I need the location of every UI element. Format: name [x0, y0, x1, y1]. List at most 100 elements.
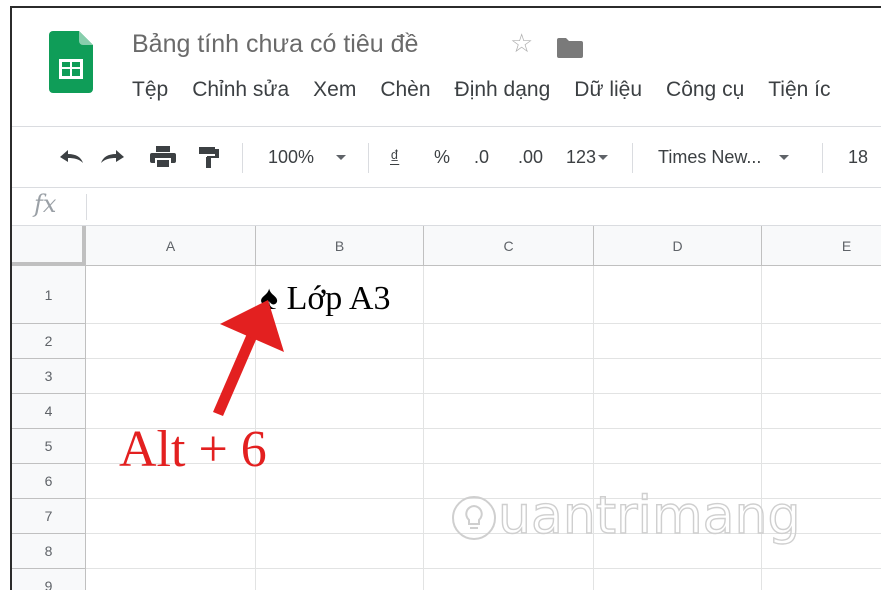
- chevron-down-icon: [336, 154, 347, 160]
- cell-e5[interactable]: [762, 429, 881, 464]
- cell-b5[interactable]: [256, 429, 424, 464]
- cell-d4[interactable]: [594, 394, 762, 429]
- quantrimang-logo: [452, 496, 496, 540]
- formula-divider: [86, 194, 87, 220]
- formula-bar[interactable]: fx: [12, 188, 881, 226]
- toolbar-divider: [822, 143, 823, 173]
- row-header-4[interactable]: 4: [12, 394, 86, 429]
- cell-c5[interactable]: [424, 429, 594, 464]
- currency-symbol: ₫: [390, 146, 400, 167]
- paint-format-button[interactable]: [198, 127, 220, 187]
- menu-file[interactable]: Tệp: [132, 78, 168, 102]
- percent-symbol: %: [434, 146, 451, 167]
- toolbar-divider: [242, 143, 243, 173]
- google-sheets-logo[interactable]: [49, 31, 93, 93]
- column-header-d[interactable]: D: [594, 226, 762, 266]
- cell-b1-content[interactable]: ♠ Lớp A3: [260, 280, 391, 318]
- font-size-value: 18: [848, 146, 869, 167]
- cell-e2[interactable]: [762, 324, 881, 359]
- cell-d5[interactable]: [594, 429, 762, 464]
- cell-c3[interactable]: [424, 359, 594, 394]
- row-header-6[interactable]: 6: [12, 464, 86, 499]
- percent-format-button[interactable]: %: [434, 127, 450, 187]
- cell-a9[interactable]: [86, 569, 256, 590]
- chevron-down-icon: [779, 154, 790, 160]
- row-header-5[interactable]: 5: [12, 429, 86, 464]
- cell-c9[interactable]: [424, 569, 594, 590]
- row-header-9[interactable]: 9: [12, 569, 86, 590]
- currency-format-button[interactable]: ₫: [390, 127, 399, 187]
- zoom-select[interactable]: 100%: [268, 127, 347, 187]
- cell-d9[interactable]: [594, 569, 762, 590]
- menu-format[interactable]: Định dạng: [455, 78, 551, 102]
- toolbar: 100% ₫ % .0 .00 123 Times New... 18: [12, 126, 881, 188]
- cell-c2[interactable]: [424, 324, 594, 359]
- cell-e9[interactable]: [762, 569, 881, 590]
- menu-addons[interactable]: Tiện íc: [768, 78, 830, 102]
- row-header-1[interactable]: 1: [12, 266, 86, 324]
- select-all-corner[interactable]: [12, 226, 86, 266]
- cell-a8[interactable]: [86, 534, 256, 569]
- row-header-8[interactable]: 8: [12, 534, 86, 569]
- font-select[interactable]: Times New...: [658, 127, 790, 187]
- annotation-text: Alt + 6: [119, 421, 267, 478]
- column-header-e[interactable]: E: [762, 226, 881, 266]
- menu-data[interactable]: Dữ liệu: [574, 78, 642, 102]
- more-formats-label: 123: [566, 146, 597, 167]
- more-formats-button[interactable]: 123: [566, 127, 609, 187]
- font-size-select[interactable]: 18: [848, 127, 868, 187]
- toolbar-divider: [368, 143, 369, 173]
- print-icon: [150, 146, 176, 169]
- cell-a1[interactable]: [86, 266, 256, 324]
- zoom-value: 100%: [268, 146, 315, 167]
- document-title[interactable]: Bảng tính chưa có tiêu đề: [132, 30, 418, 59]
- cell-b7[interactable]: [256, 499, 424, 534]
- increase-decimal-button[interactable]: .00: [518, 127, 543, 187]
- row-header-3[interactable]: 3: [12, 359, 86, 394]
- cell-a7[interactable]: [86, 499, 256, 534]
- cell-e4[interactable]: [762, 394, 881, 429]
- cell-b2[interactable]: [256, 324, 424, 359]
- redo-button[interactable]: [100, 127, 128, 187]
- sheets-window: Bảng tính chưa có tiêu đề ☆ Tệp Chỉnh sử…: [10, 6, 881, 590]
- cell-d3[interactable]: [594, 359, 762, 394]
- column-header-b[interactable]: B: [256, 226, 424, 266]
- cell-b3[interactable]: [256, 359, 424, 394]
- increase-decimal-label: .00: [518, 146, 544, 167]
- cell-b6[interactable]: [256, 464, 424, 499]
- cell-e3[interactable]: [762, 359, 881, 394]
- cell-e1[interactable]: [762, 266, 881, 324]
- menu-edit[interactable]: Chỉnh sửa: [192, 78, 289, 102]
- column-header-c[interactable]: C: [424, 226, 594, 266]
- redo-icon: [101, 150, 124, 163]
- decrease-decimal-button[interactable]: .0: [474, 127, 489, 187]
- decrease-decimal-label: .0: [474, 146, 490, 167]
- undo-button[interactable]: [56, 127, 84, 187]
- cell-a3[interactable]: [86, 359, 256, 394]
- row-header-7[interactable]: 7: [12, 499, 86, 534]
- star-icon[interactable]: ☆: [510, 30, 533, 56]
- cell-c4[interactable]: [424, 394, 594, 429]
- cell-b4[interactable]: [256, 394, 424, 429]
- row-header-2[interactable]: 2: [12, 324, 86, 359]
- cell-d2[interactable]: [594, 324, 762, 359]
- undo-icon: [60, 150, 83, 163]
- folder-icon[interactable]: [557, 38, 583, 58]
- font-name: Times New...: [658, 146, 762, 167]
- column-header-a[interactable]: A: [86, 226, 256, 266]
- cell-b9[interactable]: [256, 569, 424, 590]
- fx-icon: fx: [34, 190, 57, 218]
- menu-tools[interactable]: Công cụ: [666, 78, 744, 102]
- print-button[interactable]: [150, 127, 176, 187]
- menu-bar: Tệp Chỉnh sửa Xem Chèn Định dạng Dữ liệu…: [132, 78, 855, 102]
- chevron-down-icon: [598, 154, 609, 160]
- cell-d1[interactable]: [594, 266, 762, 324]
- cell-b8[interactable]: [256, 534, 424, 569]
- menu-insert[interactable]: Chèn: [380, 78, 430, 102]
- cell-a2[interactable]: [86, 324, 256, 359]
- watermark-text: uantrimang: [497, 485, 801, 546]
- toolbar-divider: [632, 143, 633, 173]
- menu-view[interactable]: Xem: [313, 78, 356, 102]
- paint-format-icon: [199, 147, 219, 168]
- cell-c1[interactable]: [424, 266, 594, 324]
